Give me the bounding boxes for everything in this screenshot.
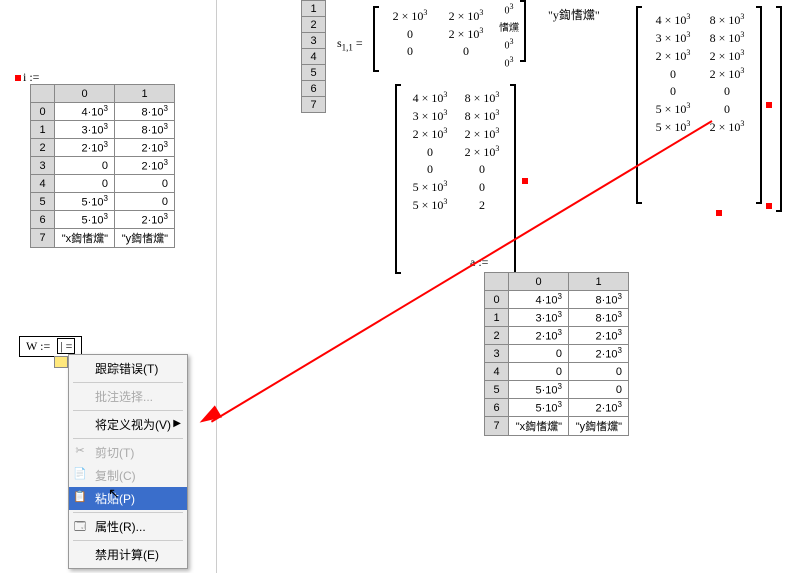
table-row: 400 [31,175,175,193]
assign-i: i := [15,70,39,85]
menu-label: 跟踪错误(T) [95,362,158,376]
index-cell: 3 [302,33,326,49]
menu-icon: 📄 [73,467,87,481]
menu-separator [73,438,183,439]
side-fragments: 03愭爣0303 [498,0,520,72]
table-row: 400 [485,363,629,381]
table-right: 0104·1038·10313·1038·10322·1032·103302·1… [484,272,629,436]
col-header: 1 [115,85,175,103]
matrix-right: 4 × 1038 × 1033 × 1038 × 1032 × 1032 × 1… [646,10,754,137]
menu-icon: 📋 [73,490,87,504]
table-row: 55·1030 [31,193,175,211]
index-cell: 4 [302,49,326,65]
table-row: 22·1032·103 [485,327,629,345]
menu-label: 批注选择... [95,390,153,404]
small-index-table: 1234567 [301,0,326,113]
table-row: 302·103 [485,345,629,363]
col-header: 0 [509,273,569,291]
table-left: 0104·1038·10313·1038·10322·1032·103302·1… [30,84,175,248]
menu-item[interactable]: 跟踪错误(T) [69,357,187,380]
menu-item[interactable]: 🗔 属性(R)... [69,515,187,538]
table-row: 13·1038·103 [485,309,629,327]
w-inner[interactable]: | = [57,338,75,354]
menu-item[interactable]: 📄 复制(C) [69,464,187,487]
bracket-right-left [636,6,642,204]
red-marker-right2 [766,203,772,209]
bracket-mid-left [395,84,401,274]
menu-label: 禁用计算(E) [95,548,159,562]
index-cell: 1 [302,1,326,17]
index-cell: 7 [302,97,326,113]
menu-icon: ✂ [73,444,87,458]
table-row: 13·1038·103 [31,121,175,139]
table-row: 04·1038·103 [31,103,175,121]
table-row: 65·1032·103 [31,211,175,229]
table-row: 302·103 [31,157,175,175]
bracket-outer-right [776,6,782,212]
index-cell: 2 [302,17,326,33]
table-row: 7"x鍧愭爣""y鍧愭爣" [485,417,629,436]
red-marker-mid [522,178,528,184]
menu-label: 将定义视为(V) [95,418,171,432]
mouse-cursor: ↖ [108,485,120,502]
matrix-top: 2 × 1032 × 10302 × 10300 [382,6,494,61]
context-menu[interactable]: 跟踪错误(T) 批注选择... 将定义视为(V)▶ ✂ 剪切(T) 📄 复制(C) 📋粘贴(P… [68,354,188,569]
vertical-divider [216,0,217,573]
bracket-side-right [520,0,526,62]
table-row: 55·1030 [485,381,629,399]
y-label: "y鍧愭爣" [548,6,600,23]
index-cell: 5 [302,65,326,81]
bracket-right-right [756,6,762,204]
menu-label: 属性(R)... [95,520,146,534]
submenu-arrow-icon: ▶ [173,418,181,429]
table-row: 7"x鍧愭爣""y鍧愭爣" [31,229,175,248]
col-header: 0 [55,85,115,103]
table-row: 22·1032·103 [31,139,175,157]
table-row: 65·1032·103 [485,399,629,417]
menu-item[interactable]: 📋粘贴(P) [69,487,187,510]
menu-separator [73,382,183,383]
menu-item[interactable]: 将定义视为(V)▶ [69,413,187,436]
menu-item[interactable]: 禁用计算(E) [69,543,187,566]
menu-icon: 🗔 [73,518,87,532]
menu-label: 剪切(T) [95,446,134,460]
bracket-top-left [373,6,379,72]
matrix-mid: 4 × 1038 × 1033 × 1038 × 1032 × 1032 × 1… [404,88,508,215]
index-cell: 6 [302,81,326,97]
menu-separator [73,540,183,541]
col-header: 1 [569,273,629,291]
menu-separator [73,410,183,411]
red-marker-right3 [716,210,722,216]
yellow-handle[interactable] [54,356,68,368]
table-row: 04·1038·103 [485,291,629,309]
menu-separator [73,512,183,513]
bracket-mid-right [510,84,516,274]
red-marker-right1 [766,102,772,108]
s-label: s1,1 = [337,36,363,52]
arrow-head [196,405,222,428]
menu-item[interactable]: 批注选择... [69,385,187,408]
menu-item[interactable]: ✂ 剪切(T) [69,441,187,464]
menu-label: 复制(C) [95,469,136,483]
